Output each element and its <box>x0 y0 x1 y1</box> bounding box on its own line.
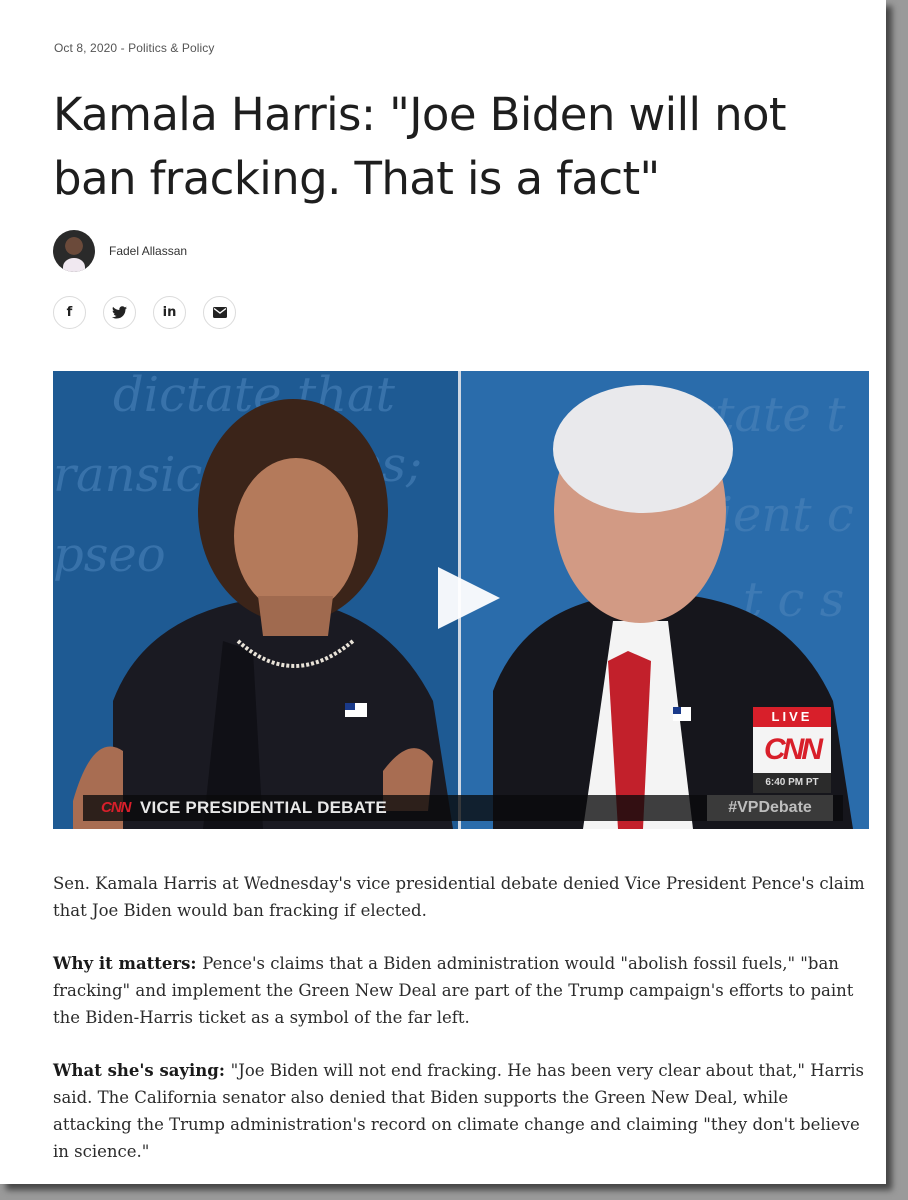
author-name[interactable]: Fadel Allassan <box>109 244 187 258</box>
share-linkedin-button[interactable]: in <box>153 296 186 329</box>
live-bug: LIVE CNN 6:40 PM PT <box>753 707 831 793</box>
what-shes-saying-label: What she's saying: <box>53 1061 231 1080</box>
svg-text:ransic: ransic <box>53 447 202 503</box>
article-meta: Oct 8, 2020 - Politics & Policy <box>54 41 215 55</box>
facebook-icon: f <box>66 305 73 320</box>
play-icon[interactable] <box>438 567 500 629</box>
paragraph-intro-text: Sen. Kamala Harris at Wednesday's vice p… <box>53 874 865 920</box>
twitter-icon <box>112 306 127 319</box>
paragraph-intro: Sen. Kamala Harris at Wednesday's vice p… <box>53 870 868 924</box>
broadcast-time: 6:40 PM PT <box>753 773 831 793</box>
share-facebook-button[interactable]: f <box>53 296 86 329</box>
live-label: LIVE <box>753 707 831 727</box>
article-body: Sen. Kamala Harris at Wednesday's vice p… <box>53 870 868 1191</box>
article-page: Oct 8, 2020 - Politics & Policy Kamala H… <box>0 0 886 1184</box>
article-headline: Kamala Harris: "Joe Biden will not ban f… <box>53 88 787 205</box>
hashtag: #VPDebate <box>707 795 833 821</box>
share-email-button[interactable] <box>203 296 236 329</box>
paragraph-why-it-matters: Why it matters: Pence's claims that a Bi… <box>53 950 868 1031</box>
share-twitter-button[interactable] <box>103 296 136 329</box>
svg-text:pseo: pseo <box>53 527 166 583</box>
chyron-logo: CNN <box>101 799 131 816</box>
chyron-text: VICE PRESIDENTIAL DEBATE <box>140 798 387 817</box>
cnn-logo: CNN <box>753 727 831 773</box>
linkedin-icon: in <box>162 305 177 320</box>
byline: Fadel Allassan <box>53 230 187 272</box>
share-bar: f in <box>53 296 236 329</box>
author-avatar[interactable] <box>53 230 95 272</box>
video-player[interactable]: dictate that ransic es; pseo ictate t si… <box>53 371 869 829</box>
paragraph-what-shes-saying: What she's saying: "Joe Biden will not e… <box>53 1057 868 1165</box>
why-it-matters-label: Why it matters: <box>53 954 203 973</box>
email-icon <box>212 307 227 318</box>
